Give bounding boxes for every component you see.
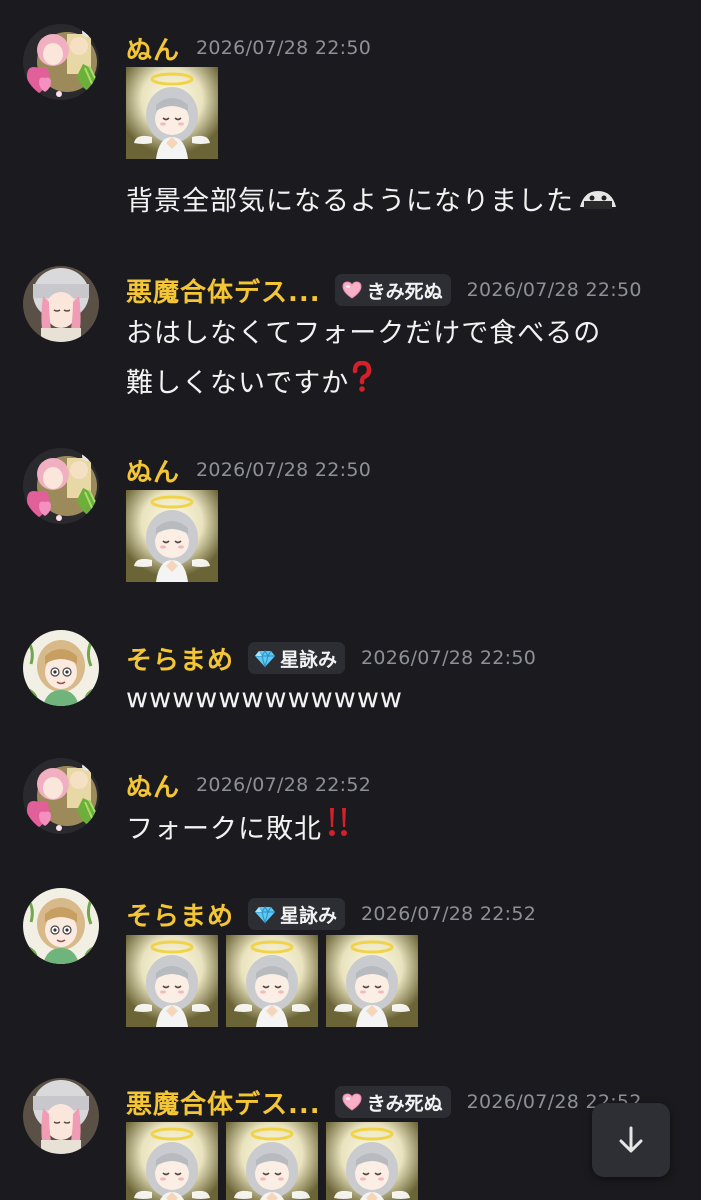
angel-emote[interactable] bbox=[126, 1122, 218, 1200]
diamond-icon bbox=[254, 903, 276, 925]
timestamp: 2026/07/28 22:50 bbox=[196, 37, 372, 59]
pink-heart-icon bbox=[341, 279, 363, 301]
timestamp: 2026/07/28 22:50 bbox=[361, 647, 537, 669]
angel-emote[interactable] bbox=[226, 935, 318, 1027]
avatar[interactable] bbox=[23, 888, 99, 964]
message-header: そらまめ 星詠み 2026/07/28 22:50 bbox=[126, 640, 536, 676]
username[interactable]: ぬん bbox=[126, 452, 180, 489]
message-header: 悪魔合体デス... きみ死ぬ 2026/07/28 22:52 bbox=[126, 1084, 642, 1120]
arrow-down-icon bbox=[619, 1126, 643, 1153]
username[interactable]: ぬん bbox=[126, 767, 180, 804]
angel-emote[interactable] bbox=[326, 935, 418, 1027]
angel-emote[interactable] bbox=[126, 490, 218, 582]
pink-heart-icon bbox=[341, 1091, 363, 1113]
avatar[interactable] bbox=[23, 1078, 99, 1154]
role-badge[interactable]: 星詠み bbox=[248, 642, 346, 674]
avatar[interactable] bbox=[23, 758, 99, 834]
message-header: 悪魔合体デス... きみ死ぬ 2026/07/28 22:50 bbox=[126, 272, 642, 308]
diamond-icon bbox=[254, 647, 276, 669]
angel-emote[interactable] bbox=[326, 1122, 418, 1200]
angel-emote[interactable] bbox=[126, 67, 218, 159]
timestamp: 2026/07/28 22:52 bbox=[196, 774, 372, 796]
role-badge[interactable]: きみ死ぬ bbox=[334, 1086, 451, 1118]
timestamp: 2026/07/28 22:50 bbox=[196, 459, 372, 481]
message-text: 背景全部気になるようになりました bbox=[126, 177, 618, 228]
rice-ball-emoji-icon bbox=[578, 178, 618, 228]
chat-view: ぬん 2026/07/28 22:50 背景全部気になるようになりました 悪魔合… bbox=[0, 0, 701, 1200]
username[interactable]: 悪魔合体デス... bbox=[126, 1084, 321, 1121]
red-question-icon bbox=[351, 360, 373, 410]
role-label: きみ死ぬ bbox=[366, 1092, 443, 1115]
username[interactable]: そらまめ bbox=[126, 896, 234, 933]
avatar[interactable] bbox=[23, 24, 99, 100]
message-text: wwwwwwwwwwww bbox=[126, 674, 403, 724]
username[interactable]: 悪魔合体デス... bbox=[126, 272, 321, 309]
message-text: おはしなくてフォークだけで食べるの 難しくないですか bbox=[126, 309, 601, 410]
message-body: 背景全部気になるようになりました bbox=[126, 186, 574, 217]
message-header: ぬん 2026/07/28 22:50 bbox=[126, 30, 371, 66]
message-body: wwwwwwwwwwww bbox=[126, 683, 403, 714]
role-badge[interactable]: 星詠み bbox=[248, 898, 346, 930]
timestamp: 2026/07/28 22:50 bbox=[466, 279, 642, 301]
double-exclamation-icon bbox=[324, 805, 352, 856]
message-line: おはしなくてフォークだけで食べるの bbox=[126, 318, 602, 349]
role-badge[interactable]: きみ死ぬ bbox=[334, 274, 451, 306]
role-label: 星詠み bbox=[280, 904, 338, 927]
avatar[interactable] bbox=[23, 266, 99, 342]
avatar[interactable] bbox=[23, 630, 99, 706]
message-header: ぬん 2026/07/28 22:52 bbox=[126, 767, 371, 803]
message-line: 難しくないですか bbox=[126, 368, 350, 399]
timestamp: 2026/07/28 22:52 bbox=[361, 903, 537, 925]
username[interactable]: そらまめ bbox=[126, 640, 234, 677]
role-label: きみ死ぬ bbox=[366, 280, 443, 303]
message-text: フォークに敗北 bbox=[126, 805, 352, 856]
message-line-2: 難しくないですか bbox=[126, 359, 601, 410]
avatar[interactable] bbox=[23, 448, 99, 524]
username[interactable]: ぬん bbox=[126, 30, 180, 67]
angel-emote[interactable] bbox=[126, 935, 218, 1027]
role-label: 星詠み bbox=[280, 648, 338, 671]
scroll-to-bottom-button[interactable] bbox=[592, 1103, 670, 1177]
message-body: フォークに敗北 bbox=[126, 814, 322, 845]
angel-emote[interactable] bbox=[226, 1122, 318, 1200]
message-header: そらまめ 星詠み 2026/07/28 22:52 bbox=[126, 896, 536, 932]
message-header: ぬん 2026/07/28 22:50 bbox=[126, 452, 371, 488]
